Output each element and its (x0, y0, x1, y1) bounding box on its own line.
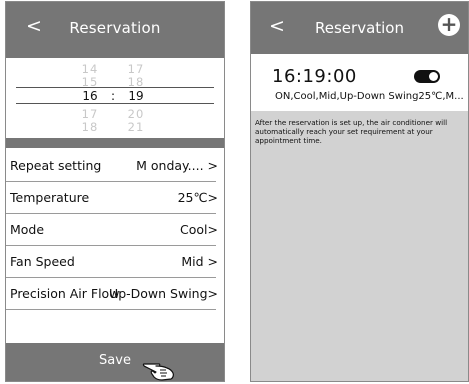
save-button[interactable]: Save (6, 343, 224, 381)
page-title: Reservation (315, 19, 404, 37)
precision-air-flow-row[interactable]: Precision Air Flow Up-Down Swing> (6, 278, 224, 310)
minute-option[interactable]: 20 (126, 107, 146, 121)
setting-value[interactable]: M onday.... > (136, 158, 218, 173)
reservation-card[interactable]: 16:19:00 ON,Cool,Mid,Up-Down Swing25℃,M.… (251, 54, 468, 111)
setting-value[interactable]: Up-Down Swing> (109, 286, 218, 301)
picker-row[interactable]: 18 21 (6, 120, 224, 134)
picker-bottom-bar (6, 138, 224, 148)
selected-minute[interactable]: 19 (126, 89, 146, 103)
toggle-knob (429, 72, 438, 81)
setting-label: Temperature (10, 190, 90, 205)
mode-row[interactable]: Mode Cool> (6, 214, 224, 246)
picker-selection-line-bottom (16, 103, 214, 104)
hour-option[interactable]: 14 (80, 62, 100, 76)
time-separator: : (110, 89, 116, 103)
hour-option[interactable]: 17 (80, 107, 100, 121)
reservation-summary: ON,Cool,Mid,Up-Down Swing25℃,M... (275, 91, 464, 102)
picker-row[interactable]: 17 20 (6, 107, 224, 121)
temperature-row[interactable]: Temperature 25℃> (6, 182, 224, 214)
time-picker[interactable]: 14 17 15 18 16 : 19 17 20 18 21 (6, 58, 224, 138)
reservation-note: After the reservation is set up, the air… (255, 118, 448, 145)
picker-row[interactable]: 14 17 (6, 62, 224, 76)
setting-label: Fan Speed (10, 254, 75, 269)
minute-option[interactable]: 21 (126, 120, 146, 134)
setting-value[interactable]: Cool> (180, 222, 218, 237)
setting-value[interactable]: Mid > (181, 254, 218, 269)
minute-option[interactable]: 17 (126, 62, 146, 76)
setting-value[interactable]: 25℃> (178, 190, 218, 205)
picker-selection-line-top (16, 87, 214, 88)
reservation-toggle[interactable] (414, 70, 440, 83)
reservation-list-screen: < Reservation + 16:19:00 ON,Cool,Mid,Up-… (250, 1, 469, 382)
pointing-hand-icon (142, 363, 174, 381)
add-reservation-button[interactable]: + (438, 14, 460, 36)
reservation-time: 16:19:00 (272, 66, 357, 87)
selected-hour[interactable]: 16 (80, 89, 100, 103)
reservation-edit-screen: < Reservation 14 17 15 18 16 : 19 17 20 … (5, 1, 225, 382)
fan-speed-row[interactable]: Fan Speed Mid > (6, 246, 224, 278)
save-label: Save (99, 353, 131, 368)
setting-label: Repeat setting (10, 158, 102, 173)
setting-label: Mode (10, 222, 45, 237)
header-bar: < Reservation (6, 2, 224, 54)
divider (6, 309, 216, 310)
header-bar: < Reservation + (251, 2, 468, 54)
repeat-setting-row[interactable]: Repeat setting M onday.... > (6, 150, 224, 182)
hour-option[interactable]: 18 (80, 120, 100, 134)
setting-label: Precision Air Flow (10, 286, 120, 301)
back-button[interactable]: < (26, 15, 42, 37)
picker-selected-row[interactable]: 16 : 19 (6, 89, 224, 103)
